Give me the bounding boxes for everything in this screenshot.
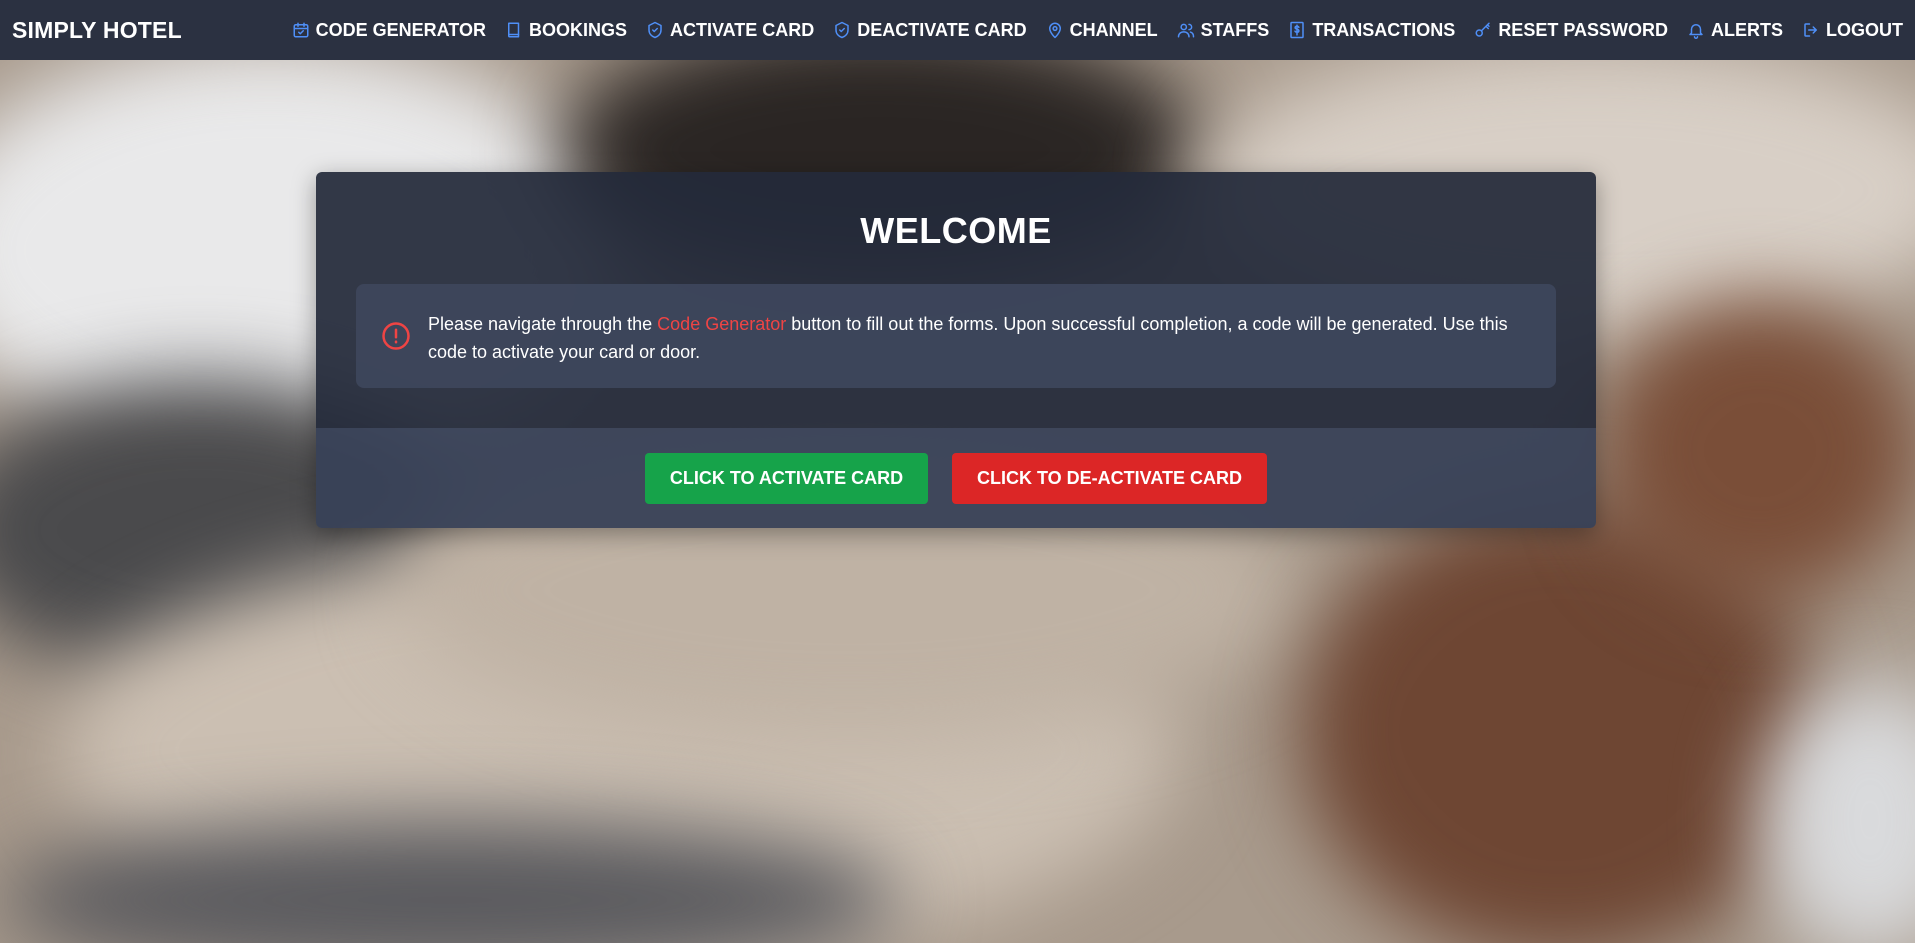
dollar-receipt-icon [1290,21,1305,39]
nav-menu: CODE GENERATOR BOOKINGS ACTIVATE CARD DE… [292,20,1903,41]
nav-label: DEACTIVATE CARD [857,19,1027,40]
nav-reset-password[interactable]: RESET PASSWORD [1474,20,1668,41]
shield-check-icon [835,21,850,39]
users-icon [1177,23,1194,38]
welcome-title: WELCOME [860,210,1052,251]
bell-icon [1689,24,1703,39]
code-generator-link[interactable]: Code Generator [657,314,786,334]
logout-icon [1804,23,1817,37]
shield-check-icon [648,21,662,39]
nav-activate-card[interactable]: ACTIVATE CARD [646,20,814,41]
nav-label: CHANNEL [1069,19,1158,40]
nav-label: CODE GENERATOR [315,19,486,40]
nav-transactions[interactable]: TRANSACTIONS [1288,20,1455,41]
nav-label: ALERTS [1711,19,1783,40]
info-alert: Please navigate through the Code Generat… [356,284,1556,388]
nav-label: ACTIVATE CARD [669,19,815,40]
brand-logo[interactable]: SIMPLY HOTEL [12,17,182,44]
welcome-card-body: WELCOME Please navigate through the Code… [316,172,1596,428]
nav-label: BOOKINGS [528,19,627,40]
deactivate-card-button[interactable]: CLICK TO DE-ACTIVATE CARD [952,452,1267,504]
alert-circle-icon [381,321,411,351]
nav-deactivate-card[interactable]: DEACTIVATE CARD [833,19,1027,41]
nav-label: LOGOUT [1826,19,1903,40]
welcome-card: WELCOME Please navigate through the Code… [316,172,1596,528]
nav-staffs[interactable]: STAFFS [1177,19,1270,41]
top-navbar: SIMPLY HOTEL CODE GENERATOR BOOKINGS ACT… [0,0,1915,60]
nav-bookings[interactable]: BOOKINGS [505,20,627,41]
activate-card-button[interactable]: CLICK TO ACTIVATE CARD [645,452,928,504]
nav-label: RESET PASSWORD [1498,19,1668,40]
alert-text-before: Please navigate through the [428,314,658,334]
nav-logout[interactable]: LOGOUT [1802,20,1903,41]
nav-label: TRANSACTIONS [1312,19,1456,40]
alert-message: Please navigate through the Code Generat… [428,310,1532,366]
calendar-icon [293,22,309,38]
nav-channel[interactable]: CHANNEL [1046,20,1158,41]
map-pin-icon [1048,22,1061,39]
book-icon [507,22,520,38]
key-icon [1475,22,1491,37]
nav-alerts[interactable]: ALERTS [1687,20,1783,41]
nav-code-generator[interactable]: CODE GENERATOR [292,20,486,41]
welcome-card-footer: CLICK TO ACTIVATE CARD CLICK TO DE-ACTIV… [316,428,1596,528]
nav-label: STAFFS [1200,19,1270,40]
